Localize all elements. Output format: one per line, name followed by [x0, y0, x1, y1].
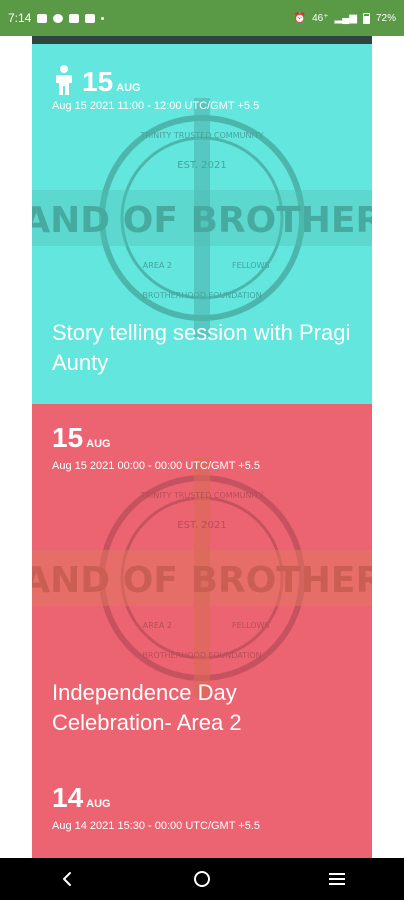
svg-text:AREA 2: AREA 2 — [143, 621, 172, 630]
event-day: 15 — [82, 66, 114, 97]
notification-icon — [37, 13, 48, 23]
mail-icon — [85, 13, 96, 23]
svg-text:FELLOWS: FELLOWS — [232, 621, 270, 630]
event-feed[interactable]: TRINITY TRUSTED COMMUNITY EST. 2021 BAND… — [32, 36, 372, 858]
notification-icon — [53, 13, 64, 23]
svg-text:EST. 2021: EST. 2021 — [177, 520, 226, 531]
feed-header-strip — [32, 36, 372, 44]
menu-icon — [328, 873, 345, 885]
event-title[interactable]: Story telling session with Pragi Aunty — [52, 318, 362, 378]
home-button[interactable] — [172, 858, 232, 900]
signal-label: 46⁺ — [312, 12, 329, 24]
alarm-icon: ⏰ — [293, 12, 307, 24]
back-icon — [63, 872, 72, 886]
svg-text:EST. 2021: EST. 2021 — [177, 160, 226, 171]
band-of-brothers-logo: TRINITY TRUSTED COMMUNITY EST. 2021 BAND… — [32, 458, 372, 698]
svg-text:BROTHERHOOD FOUNDATION: BROTHERHOOD FOUNDATION — [142, 291, 261, 300]
band-of-brothers-logo: TRINITY TRUSTED COMMUNITY EST. 2021 BAND… — [32, 98, 372, 338]
svg-text:FELLOWS: FELLOWS — [232, 261, 270, 270]
event-card[interactable]: 14 AUG Aug 14 2021 15:30 - 00:00 UTC/GMT… — [32, 764, 372, 858]
svg-text:BAND OF BROTHERS: BAND OF BROTHERS — [32, 560, 372, 601]
event-month: AUG — [116, 82, 141, 94]
event-time: Aug 15 2021 00:00 - 00:00 UTC/GMT +5.5 — [52, 460, 261, 472]
battery-icon — [362, 12, 370, 24]
home-icon — [193, 871, 210, 887]
event-month: AUG — [86, 798, 111, 810]
event-time: Aug 15 2021 11:00 - 12:00 UTC/GMT +5.5 — [52, 100, 260, 112]
event-card[interactable]: TRINITY TRUSTED COMMUNITY EST. 2021 BAND… — [32, 404, 372, 764]
more-notifications-icon — [101, 16, 105, 20]
event-day: 14 — [52, 782, 84, 813]
event-card[interactable]: TRINITY TRUSTED COMMUNITY EST. 2021 BAND… — [32, 44, 372, 404]
svg-text:TRINITY TRUSTED COMMUNITY: TRINITY TRUSTED COMMUNITY — [139, 491, 263, 500]
battery-percent: 72% — [375, 12, 396, 24]
recents-button[interactable] — [307, 858, 367, 900]
event-day: 15 — [52, 422, 84, 453]
event-month: AUG — [86, 438, 111, 450]
svg-text:BROTHERHOOD FOUNDATION: BROTHERHOOD FOUNDATION — [142, 651, 261, 660]
event-time: Aug 14 2021 15:30 - 00:00 UTC/GMT +5.5 — [52, 820, 261, 832]
system-nav-bar — [0, 858, 404, 900]
back-button[interactable] — [37, 858, 97, 900]
svg-text:TRINITY TRUSTED COMMUNITY: TRINITY TRUSTED COMMUNITY — [139, 131, 263, 140]
status-bar: 7:14 ⏰ 46⁺ ▂▄▆ 72% — [0, 0, 404, 36]
svg-text:BAND OF BROTHERS: BAND OF BROTHERS — [32, 200, 372, 241]
signal-icon: ▂▄▆ — [334, 12, 357, 24]
status-time: 7:14 — [8, 11, 32, 25]
event-title[interactable]: Independence Day Celebration- Area 2 — [52, 678, 362, 738]
svg-text:AREA 2: AREA 2 — [143, 261, 172, 270]
mail-icon — [69, 13, 80, 23]
person-icon — [56, 65, 72, 95]
